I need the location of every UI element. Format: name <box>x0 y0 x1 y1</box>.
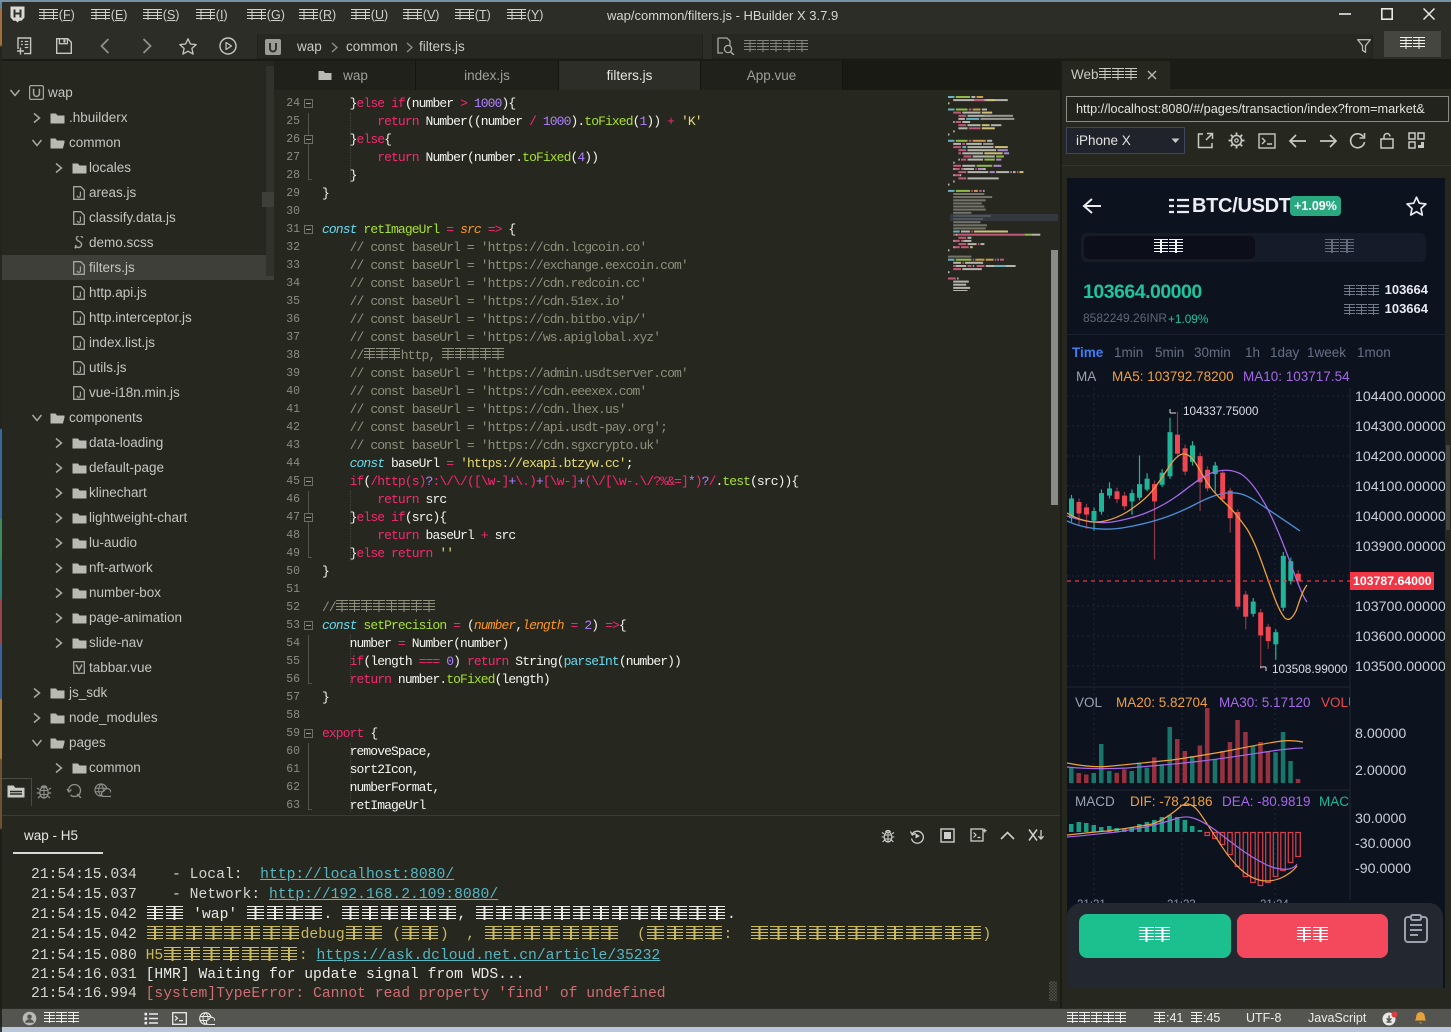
svg-text:DIF: -78.2186: DIF: -78.2186 <box>1130 794 1213 809</box>
svg-text:MA20: 5.82704: MA20: 5.82704 <box>1116 695 1208 710</box>
svg-text:-90.0000: -90.0000 <box>1355 861 1411 877</box>
svg-text:30.0000: 30.0000 <box>1355 811 1406 827</box>
svg-text:104100.00000: 104100.00000 <box>1355 479 1445 495</box>
svg-text:103900.00000: 103900.00000 <box>1355 539 1445 555</box>
svg-text:VOL: VOL <box>1075 695 1103 710</box>
svg-text:103787.64000: 103787.64000 <box>1353 574 1432 588</box>
svg-text:103500.00000: 103500.00000 <box>1355 659 1445 675</box>
svg-text:-30.0000: -30.0000 <box>1355 836 1411 852</box>
svg-text:8.00000: 8.00000 <box>1355 726 1406 742</box>
svg-text:VOLU: VOLU <box>1321 695 1358 710</box>
svg-text:104300.00000: 104300.00000 <box>1355 419 1445 435</box>
svg-text:2.00000: 2.00000 <box>1355 763 1406 779</box>
svg-text:104400.00000: 104400.00000 <box>1355 389 1445 405</box>
svg-text:103600.00000: 103600.00000 <box>1355 629 1445 645</box>
svg-text:103700.00000: 103700.00000 <box>1355 599 1445 615</box>
svg-text:104337.75000: 104337.75000 <box>1183 404 1259 418</box>
svg-text:MA30: 5.17120: MA30: 5.17120 <box>1219 695 1311 710</box>
svg-text:MACD: MACD <box>1319 794 1359 809</box>
svg-text:MACD: MACD <box>1075 794 1115 809</box>
svg-text:104000.00000: 104000.00000 <box>1355 509 1445 525</box>
svg-text:104200.00000: 104200.00000 <box>1355 449 1445 465</box>
svg-text:103508.99000: 103508.99000 <box>1272 662 1348 676</box>
svg-text:DEA: -80.9819: DEA: -80.9819 <box>1222 794 1311 809</box>
